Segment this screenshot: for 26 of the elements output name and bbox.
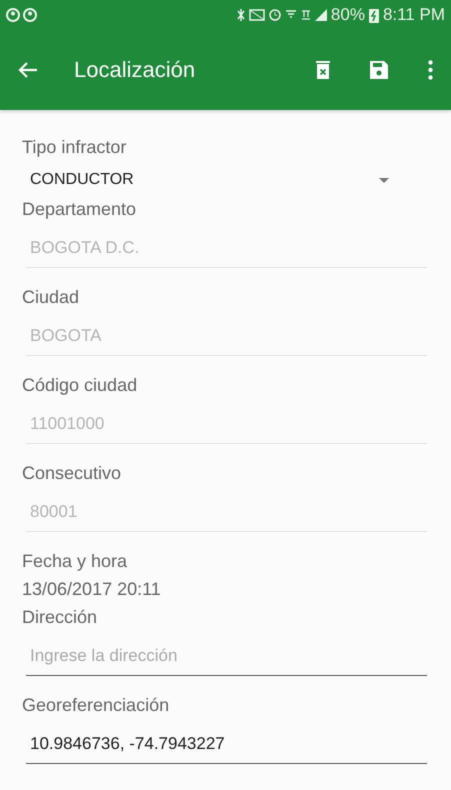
- input-field[interactable]: Ingrese la dirección: [26, 630, 427, 676]
- mute-icon: [248, 9, 265, 21]
- field-label: Ciudad: [22, 286, 80, 309]
- field-label: Fecha y hora: [22, 550, 128, 573]
- bluetooth-icon: [236, 8, 245, 22]
- field-label: Consecutivo: [22, 462, 122, 485]
- field-label: Código ciudad: [22, 374, 138, 397]
- dropdown[interactable]: CONDUCTOR: [22, 164, 397, 196]
- date-time-value: 13/06/2017 20:11: [22, 578, 161, 601]
- field-label: Tipo infractor: [22, 136, 126, 159]
- back-arrow-icon: [18, 61, 38, 79]
- screen-title: Localización: [74, 57, 196, 83]
- dropdown-arrow-icon: [379, 178, 389, 182]
- field-label: Departamento: [22, 198, 136, 221]
- field-label: Dirección: [22, 606, 98, 629]
- input-field[interactable]: 10.9846736, -74.7943227: [26, 718, 427, 764]
- alarm-icon: [268, 9, 281, 21]
- delete-icon: [316, 61, 330, 79]
- signal-icon: [314, 9, 327, 21]
- battery-percent: 80%: [330, 5, 365, 25]
- more-icon: [428, 60, 433, 80]
- notification-icon: [6, 8, 40, 22]
- field-label: Georeferenciación: [22, 694, 170, 717]
- save-icon: [370, 61, 388, 79]
- battery-icon: [368, 8, 379, 22]
- clock: 8:11 PM: [382, 5, 445, 25]
